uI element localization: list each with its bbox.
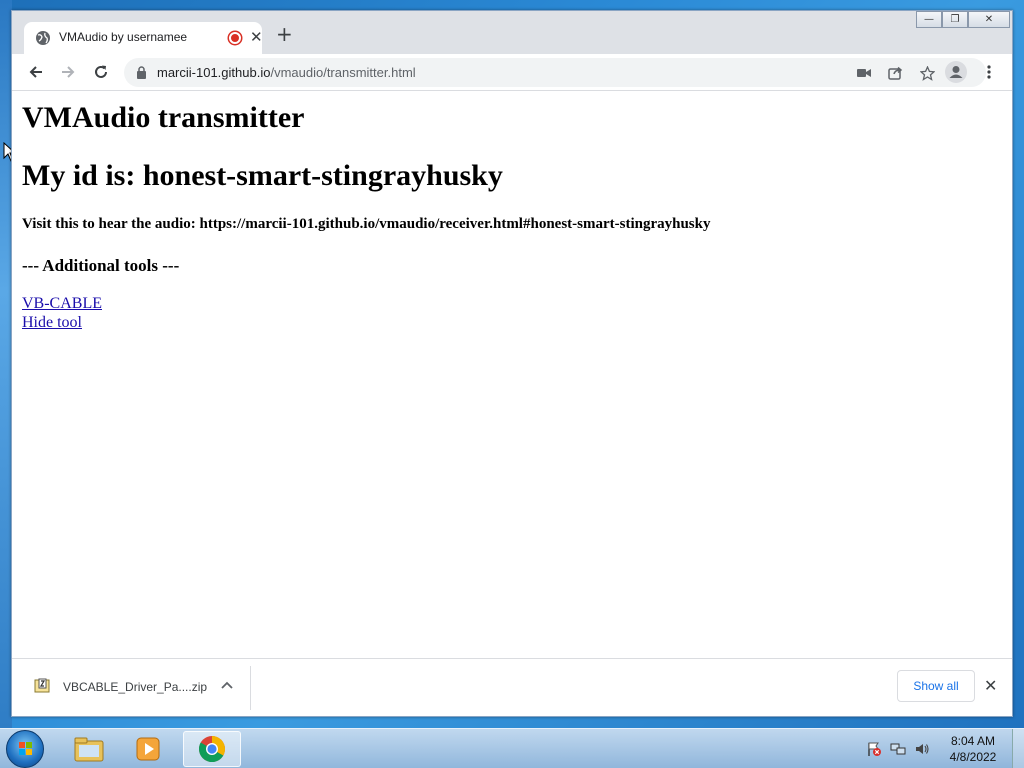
network-icon[interactable] [890, 741, 906, 757]
show-all-button[interactable]: Show all [897, 670, 975, 702]
zip-file-icon [34, 678, 50, 693]
reload-icon [95, 65, 107, 78]
clock-date: 4/8/2022 [949, 750, 997, 764]
profile-avatar-icon[interactable] [945, 61, 967, 83]
close-tab-icon[interactable]: ✕ [250, 28, 263, 46]
hide-tool-link[interactable]: Hide tool [22, 314, 82, 332]
action-center-flag-icon[interactable] [866, 741, 882, 757]
lock-icon[interactable] [136, 66, 147, 79]
taskbar-explorer[interactable] [60, 731, 118, 767]
taskbar: 8:04 AM 4/8/2022 [0, 728, 1024, 768]
folder-icon [74, 737, 104, 762]
close-download-bar-icon[interactable]: ✕ [984, 676, 997, 695]
start-button[interactable] [6, 730, 44, 768]
url-text: marcii-101.github.io/vmaudio/transmitter… [157, 65, 416, 80]
download-separator [250, 666, 251, 710]
menu-button[interactable] [978, 61, 1000, 83]
tab-strip: VMAudio by usernamee ✕ + — ❐ ✕ [12, 11, 1012, 54]
system-tray [866, 741, 930, 757]
url-host: marcii-101.github.io [157, 65, 271, 80]
share-icon[interactable] [886, 64, 904, 82]
show-desktop-button[interactable] [1012, 729, 1024, 768]
camera-icon[interactable] [855, 64, 873, 82]
windows-logo-icon [19, 742, 32, 755]
arrow-left-icon [29, 66, 42, 78]
forward-button[interactable] [57, 61, 79, 83]
arrow-right-icon [62, 66, 75, 78]
clock-time: 8:04 AM [950, 734, 996, 748]
volume-icon[interactable] [914, 741, 930, 757]
tools-heading: --- Additional tools --- [22, 256, 180, 275]
address-bar[interactable]: marcii-101.github.io/vmaudio/transmitter… [124, 58, 986, 87]
media-player-icon [136, 737, 160, 761]
browser-toolbar: marcii-101.github.io/vmaudio/transmitter… [12, 54, 1012, 91]
receiver-instruction: Visit this to hear the audio: https://ma… [22, 216, 711, 232]
taskbar-media-player[interactable] [120, 731, 178, 767]
taskbar-clock[interactable]: 8:04 AM 4/8/2022 [944, 733, 1002, 765]
tab-title: VMAudio by usernamee [59, 30, 188, 44]
back-button[interactable] [25, 61, 47, 83]
bookmark-star-icon[interactable] [918, 64, 936, 82]
reload-button[interactable] [90, 61, 112, 83]
maximize-button[interactable]: ❐ [942, 11, 968, 28]
page-content: VMAudio transmitter My id is: honest-sma… [12, 91, 1012, 658]
download-file-name[interactable]: VBCABLE_Driver_Pa....zip [63, 680, 207, 694]
url-path: /vmaudio/transmitter.html [270, 65, 416, 80]
chevron-up-icon[interactable] [220, 679, 234, 693]
minimize-button[interactable]: — [916, 11, 942, 28]
vb-cable-link[interactable]: VB-CABLE [22, 295, 102, 313]
tab-vmaudio[interactable]: VMAudio by usernamee ✕ [24, 22, 263, 54]
chrome-icon [198, 736, 226, 763]
browser-window: VMAudio by usernamee ✕ + — ❐ ✕ marcii-10… [11, 10, 1013, 717]
close-window-button[interactable]: ✕ [968, 11, 1010, 28]
globe-icon [36, 31, 50, 45]
recording-indicator-icon [229, 32, 241, 44]
taskbar-chrome[interactable] [183, 731, 241, 767]
new-tab-button[interactable]: + [276, 24, 293, 44]
kebab-menu-icon [987, 65, 991, 79]
page-title: VMAudio transmitter [22, 101, 305, 134]
window-controls: — ❐ ✕ [916, 11, 1010, 29]
id-heading: My id is: honest-smart-stingrayhusky [22, 159, 503, 192]
download-bar: VBCABLE_Driver_Pa....zip Show all ✕ [12, 658, 1012, 716]
